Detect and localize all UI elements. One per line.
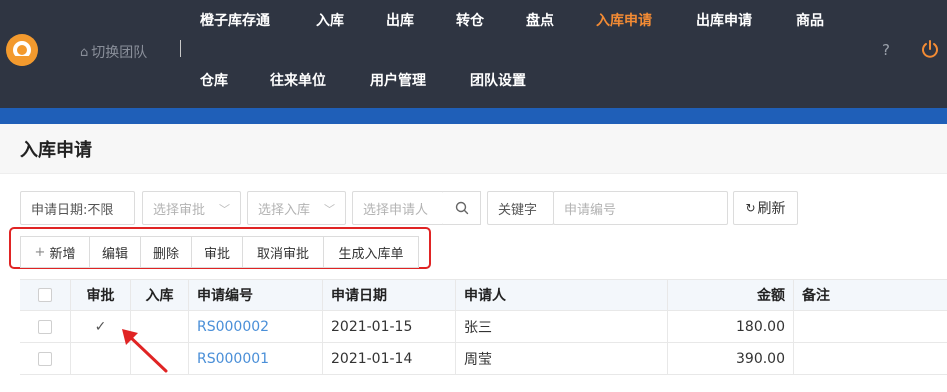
number-cell: RS000002 [189,311,323,342]
nav-item-warehouse[interactable]: 仓库 [200,70,228,90]
header-note[interactable]: 备注 [794,280,947,310]
applicant-cell: 张三 [456,311,668,342]
header-amount[interactable]: 金额 [668,280,794,310]
nav-item-stock-out-request[interactable]: 出库申请 [696,10,752,30]
nav-item-stock-in-request[interactable]: 入库申请 [596,10,652,30]
nav-item-team-settings[interactable]: 团队设置 [470,70,526,90]
refresh-icon: ↻ [745,201,756,215]
nav-item-inventory-check[interactable]: 盘点 [526,10,554,30]
date-filter-label: 申请日期:不限 [31,202,114,218]
switch-team-label: 切换团队 [91,45,148,61]
header-number[interactable]: 申请编号 [189,280,323,310]
add-button-label: 新增 [49,246,76,262]
request-number-link[interactable]: RS000001 [197,351,269,367]
help-icon[interactable]: ? [882,41,890,59]
date-cell: 2021-01-15 [323,311,456,342]
power-icon[interactable] [920,39,940,59]
nav-item-products[interactable]: 商品 [796,10,824,30]
nav-item-transfer[interactable]: 转仓 [456,10,484,30]
switch-team-button[interactable]: ⌂ 切换团队 [80,42,147,62]
header-applicant[interactable]: 申请人 [456,280,668,310]
applicant-select-placeholder: 选择申请人 [363,202,429,218]
cancel-approve-button[interactable]: 取消审批 [242,236,324,268]
request-number-placeholder: 申请编号 [564,202,617,218]
page-title: 入库申请 [20,140,92,161]
row-checkbox[interactable] [38,319,52,334]
home-icon: ⌂ [80,44,89,60]
refresh-button[interactable]: ↻ 刷新 [733,191,798,225]
date-cell: 2021-01-14 [323,343,456,374]
note-cell [794,343,947,374]
topbar-stripe [0,108,947,124]
header-approved[interactable]: 审批 [71,280,131,310]
chevron-down-icon: ﹀ [324,203,335,216]
amount-cell: 390.00 [668,343,794,374]
divider [180,40,181,57]
approval-select-placeholder: 选择审批 [153,202,206,218]
approval-select[interactable]: 选择审批 ﹀ [142,191,241,225]
applicant-select[interactable]: 选择申请人 [352,191,444,225]
keyword-label: 关键字 [498,202,538,218]
nav-item-home[interactable]: 橙子库存通 [200,10,270,30]
row-select-cell[interactable] [20,311,71,342]
select-all-checkbox[interactable] [38,288,52,302]
request-number-input[interactable]: 申请编号 [553,191,728,225]
annotation-arrow-icon [122,329,168,373]
select-all-cell[interactable] [20,280,71,310]
stockin-select-placeholder: 选择入库 [258,202,311,218]
top-navigation-bar: ⌂ 切换团队 橙子库存通 入库 出库 转仓 盘点 入库申请 出库申请 商品 仓库… [0,0,947,108]
date-filter[interactable]: 申请日期:不限 [20,191,135,225]
header-stocked[interactable]: 入库 [131,280,189,310]
nav-item-partners[interactable]: 往来单位 [270,70,326,90]
check-icon: ✓ [94,318,107,335]
header-date[interactable]: 申请日期 [323,280,456,310]
row-select-cell[interactable] [20,343,71,374]
keyword-label-box: 关键字 [487,191,554,225]
refresh-label: 刷新 [757,201,786,217]
add-button[interactable]: + 新增 [20,236,90,268]
app-logo-icon[interactable] [6,34,38,66]
applicant-cell: 周莹 [456,343,668,374]
plus-icon: + [34,244,46,260]
request-number-link[interactable]: RS000002 [197,319,269,335]
generate-stockin-button[interactable]: 生成入库单 [323,236,419,268]
approve-button[interactable]: 审批 [191,236,243,268]
number-cell: RS000001 [189,343,323,374]
search-button[interactable] [443,191,481,225]
edit-button[interactable]: 编辑 [89,236,141,268]
amount-cell: 180.00 [668,311,794,342]
page-header: 入库申请 [0,124,947,174]
nav-item-user-management[interactable]: 用户管理 [370,70,426,90]
stockin-select[interactable]: 选择入库 ﹀ [247,191,346,225]
search-icon [455,201,468,215]
nav-item-stock-out[interactable]: 出库 [386,10,414,30]
note-cell [794,311,947,342]
delete-button[interactable]: 删除 [140,236,192,268]
table-header-row: 审批 入库 申请编号 申请日期 申请人 金额 备注 [20,279,947,311]
row-checkbox[interactable] [38,351,52,366]
chevron-down-icon: ﹀ [219,203,230,216]
nav-item-stock-in[interactable]: 入库 [316,10,344,30]
